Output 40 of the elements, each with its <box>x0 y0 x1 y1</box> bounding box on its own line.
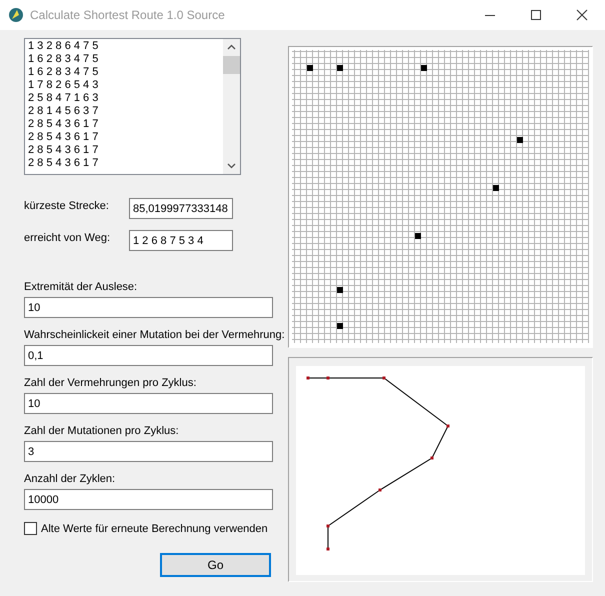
input-field[interactable]: 0,1 <box>24 345 273 366</box>
list-item[interactable]: 2 8 5 4 3 6 1 7 <box>28 157 223 170</box>
field-label: kürzeste Strecke: <box>24 200 110 212</box>
city-marker <box>517 137 523 143</box>
list-item[interactable]: 1 6 2 8 3 4 7 5 <box>28 53 223 66</box>
list-item[interactable]: 1 6 2 8 3 4 7 5 <box>28 66 223 79</box>
city-marker <box>337 323 343 329</box>
go-button[interactable]: Go <box>160 553 271 577</box>
city-marker <box>337 287 343 293</box>
city-marker <box>307 65 313 71</box>
field-label: Extremität der Auslese: <box>24 280 138 294</box>
result-field[interactable]: 1 2 6 8 7 5 3 4 <box>129 230 233 251</box>
city-marker <box>337 65 343 71</box>
population-list[interactable]: 1 3 2 8 6 4 7 5 1 6 2 8 3 4 7 5 1 6 2 8 3 4 7 5 1 7 8 2 6 5 4 3 2 5 8 4 7 1 6 3 2 8 1 4 5 6 3 7 2 8 5 4 3 6 1 7 2 8 5 4 3 6 1 7 2 8 5 4 3 6 1 7 2 8 5 4 3 6 1 7 <box>24 38 241 175</box>
list-item[interactable]: 2 8 5 4 3 6 1 7 <box>28 131 223 144</box>
scroll-thumb[interactable] <box>223 56 240 74</box>
list-item[interactable]: 1 3 2 8 6 4 7 5 <box>28 40 223 53</box>
list-item[interactable]: 2 8 5 4 3 6 1 7 <box>28 144 223 157</box>
checkbox-label[interactable]: Alte Werte für erneute Berechnung verwenden <box>41 522 268 534</box>
input-field[interactable]: 10000 <box>24 489 273 510</box>
list-item[interactable]: 2 5 8 4 7 1 6 3 <box>28 92 223 105</box>
list-item[interactable]: 2 8 1 4 5 6 3 7 <box>28 105 223 118</box>
list-item[interactable]: 1 7 8 2 6 5 4 3 <box>28 79 223 92</box>
input-field[interactable]: 10 <box>24 393 273 414</box>
field-label: Zahl der Vermehrungen pro Zyklus: <box>24 376 198 390</box>
scrollbar[interactable] <box>223 39 240 174</box>
field-label: Wahrscheinlickeit einer Mutation bei der Vermehrung: <box>24 328 286 342</box>
app-icon <box>8 7 24 23</box>
city-marker <box>421 65 427 71</box>
city-marker <box>493 185 499 191</box>
checkbox[interactable] <box>24 522 37 535</box>
window-title: Calculate Shortest Route 1.0 Source <box>30 8 225 22</box>
field-label: Zahl der Mutationen pro Zyklus: <box>24 424 180 438</box>
result-field[interactable]: 85,0199977333148 <box>129 198 233 219</box>
city-marker <box>415 233 421 239</box>
input-field[interactable]: 3 <box>24 441 273 462</box>
input-field[interactable]: 10 <box>24 297 273 318</box>
field-label: Anzahl der Zyklen: <box>24 472 116 486</box>
list-item[interactable]: 2 8 5 4 3 6 1 7 <box>28 118 223 131</box>
field-label: erreicht von Weg: <box>24 232 112 244</box>
